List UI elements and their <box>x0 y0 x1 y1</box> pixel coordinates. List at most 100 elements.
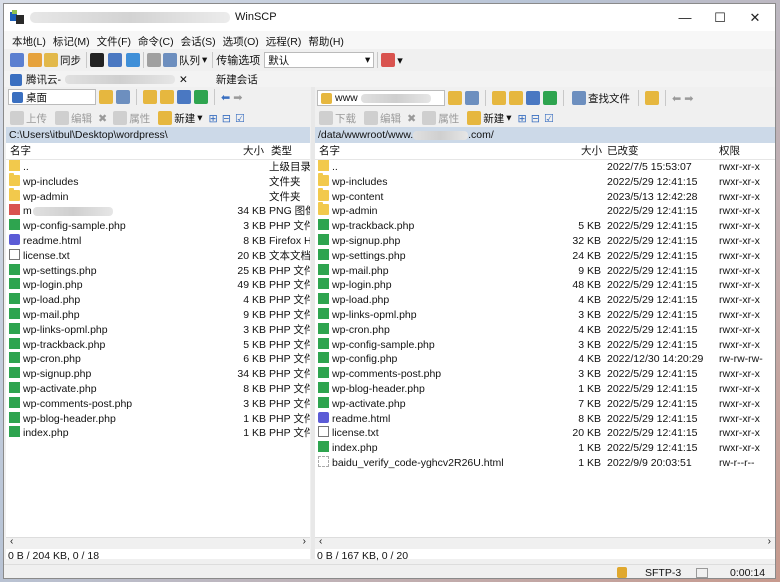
remote-file-row[interactable]: wp-config-sample.php 3 KB 2022/5/29 12:41:… <box>315 337 775 353</box>
remote-file-row[interactable]: wp-settings.php 24 KB 2022/5/29 12:41:15 rw… <box>315 248 775 264</box>
remote-path-bar[interactable]: /data/wwwroot/www. .com/ <box>315 127 775 143</box>
remote-file-row[interactable]: readme.html 8 KB 2022/5/29 12:41:15 rwxr-xr… <box>315 411 775 427</box>
local-file-row[interactable]: wp-load.php 4 KB PHP 文件 <box>6 293 310 308</box>
local-file-row[interactable]: wp-settings.php 25 KB PHP 文件 <box>6 263 310 279</box>
invert-selection-icon[interactable]: ☑ <box>544 112 554 125</box>
menu-remote[interactable]: 远程(R) <box>266 34 302 49</box>
root-dir-icon[interactable] <box>160 90 174 104</box>
close-tab-icon[interactable]: ✕ <box>179 74 188 86</box>
parent-dir-icon[interactable] <box>143 90 157 104</box>
globe-icon[interactable] <box>381 53 396 67</box>
local-file-row[interactable]: wp-comments-post.php 3 KB PHP 文件 <box>6 396 310 412</box>
queue-button[interactable]: 队列 ▾ <box>161 51 209 69</box>
menu-mark[interactable]: 标记(M) <box>53 34 90 49</box>
minimize-button[interactable]: — <box>665 4 705 31</box>
local-file-row[interactable]: wp-cron.php 6 KB PHP 文件 <box>6 352 310 367</box>
properties-button[interactable]: 属性 <box>111 109 152 127</box>
new-button[interactable]: 新建 ▾ <box>465 109 513 127</box>
remote-file-row[interactable]: wp-login.php 48 KB 2022/5/29 12:41:15 rwxr-… <box>315 278 775 293</box>
local-file-row[interactable]: wp-login.php 49 KB PHP 文件 <box>6 278 310 293</box>
col-name[interactable]: 名字 <box>319 144 340 159</box>
open-folder-icon[interactable] <box>99 90 113 104</box>
console-icon[interactable] <box>90 53 104 67</box>
local-file-row[interactable]: wp-includes 文件夹 <box>6 172 310 190</box>
local-file-row[interactable]: .. 上级目录 <box>6 160 310 175</box>
remote-file-row[interactable]: wp-trackback.php 5 KB 2022/5/29 12:41:15 rw… <box>315 219 775 234</box>
local-path-bar[interactable]: C:\Users\itbul\Desktop\wordpress\ <box>6 127 310 143</box>
remote-file-row[interactable]: wp-config.php 4 KB 2022/12/30 14:20:29 rw-r… <box>315 352 775 367</box>
tree-icon[interactable] <box>645 91 659 105</box>
menu-local[interactable]: 本地(L) <box>12 34 46 49</box>
local-file-row[interactable]: wp-admin 文件夹 <box>6 187 310 205</box>
local-file-row[interactable]: wp-config-sample.php 3 KB PHP 文件 <box>6 219 310 234</box>
remote-file-row[interactable]: wp-admin 2022/5/29 12:41:15 rwxr-xr-x <box>315 202 775 219</box>
refresh-icon[interactable] <box>543 91 557 105</box>
remote-file-row[interactable]: .. 2022/7/5 15:53:07 rwxr-xr-x <box>315 160 775 175</box>
home-icon[interactable] <box>526 91 540 105</box>
scroll-left-icon[interactable]: ‹ <box>10 536 13 547</box>
remote-location-dropdown[interactable]: www <box>317 90 445 106</box>
open-folder-icon[interactable] <box>448 91 462 105</box>
maximize-button[interactable]: ☐ <box>700 4 740 31</box>
menu-commands[interactable]: 命令(C) <box>138 34 174 49</box>
scroll-right-icon[interactable]: › <box>768 536 771 547</box>
col-name[interactable]: 名字 <box>10 144 31 159</box>
local-hscrollbar[interactable]: ‹ › <box>6 536 310 549</box>
close-button[interactable]: ✕ <box>735 4 775 31</box>
scroll-right-icon[interactable]: › <box>303 536 306 547</box>
remote-file-row[interactable]: index.php 1 KB 2022/5/29 12:41:15 rwxr-xr-x <box>315 441 775 456</box>
compare-dirs-icon[interactable] <box>10 53 24 67</box>
deselect-icon[interactable]: ⊟ <box>531 112 540 125</box>
select-all-icon[interactable]: ⊞ <box>209 112 218 125</box>
preferences-icon[interactable] <box>147 53 161 67</box>
sync-button[interactable]: 同步 <box>42 51 83 69</box>
new-button[interactable]: 新建 ▾ <box>156 109 204 127</box>
col-changed[interactable]: 已改变 <box>607 144 639 159</box>
download-button[interactable]: 下载 <box>317 109 358 127</box>
remote-file-row[interactable]: wp-activate.php 7 KB 2022/5/29 12:41:15 rwx… <box>315 396 775 412</box>
putty-icon[interactable] <box>108 53 122 67</box>
remote-file-row[interactable]: wp-cron.php 4 KB 2022/5/29 12:41:15 rwxr-xr… <box>315 322 775 338</box>
local-file-row[interactable]: readme.html 8 KB Firefox H <box>6 233 310 249</box>
duplicate-session-icon[interactable] <box>126 53 140 67</box>
find-files-button[interactable]: 查找文件 <box>570 89 632 107</box>
delete-icon[interactable]: ✖ <box>407 112 416 125</box>
menu-files[interactable]: 文件(F) <box>97 34 131 49</box>
remote-file-row[interactable]: wp-links-opml.php 3 KB 2022/5/29 12:41:15 r… <box>315 307 775 323</box>
forward-arrow-icon[interactable]: ➡ <box>684 92 693 105</box>
new-session-tab[interactable]: 新建会话 <box>216 72 258 87</box>
home-icon[interactable] <box>177 90 191 104</box>
local-file-row[interactable]: wp-signup.php 34 KB PHP 文件 <box>6 367 310 382</box>
menu-help[interactable]: 帮助(H) <box>308 34 344 49</box>
local-file-row[interactable]: wp-links-opml.php 3 KB PHP 文件 <box>6 322 310 338</box>
remote-file-row[interactable]: wp-blog-header.php 1 KB 2022/5/29 12:41:15… <box>315 381 775 397</box>
menu-session[interactable]: 会话(S) <box>181 34 216 49</box>
menu-options[interactable]: 选项(O) <box>223 34 259 49</box>
chevron-down-icon[interactable]: ▾ <box>397 54 403 67</box>
local-file-row[interactable]: wp-activate.php 8 KB PHP 文件 <box>6 381 310 397</box>
remote-file-row[interactable]: wp-content 2023/5/13 12:42:28 rwxr-xr-x <box>315 187 775 205</box>
back-arrow-icon[interactable]: ⬅ <box>221 91 230 104</box>
remote-file-row[interactable]: license.txt 20 KB 2022/5/29 12:41:15 rwxr-x… <box>315 426 775 441</box>
remote-file-row[interactable]: wp-signup.php 32 KB 2022/5/29 12:41:15 rwxr… <box>315 233 775 249</box>
refresh-icon[interactable] <box>194 90 208 104</box>
local-file-row[interactable]: license.txt 20 KB 文本文档 <box>6 248 310 264</box>
remote-file-row[interactable]: wp-mail.php 9 KB 2022/5/29 12:41:15 rwxr-xr… <box>315 263 775 279</box>
deselect-icon[interactable]: ⊟ <box>222 112 231 125</box>
parent-dir-icon[interactable] <box>492 91 506 105</box>
col-type[interactable]: 类型 <box>271 144 292 159</box>
remote-file-row[interactable]: wp-load.php 4 KB 2022/5/29 12:41:15 rwxr-xr… <box>315 293 775 308</box>
select-all-icon[interactable]: ⊞ <box>518 112 527 125</box>
remote-file-row[interactable]: wp-comments-post.php 3 KB 2022/5/29 12:41:… <box>315 367 775 382</box>
filter-icon[interactable] <box>465 91 479 105</box>
local-file-row[interactable]: m 34 KBPNG 图像 <box>6 204 310 219</box>
local-location-dropdown[interactable]: 桌面 <box>8 89 96 105</box>
back-arrow-icon[interactable]: ⬅ <box>672 92 681 105</box>
invert-selection-icon[interactable]: ☑ <box>235 112 245 125</box>
transfer-settings-dropdown[interactable]: 默认 ▾ <box>264 52 375 68</box>
remote-file-row[interactable]: wp-includes 2022/5/29 12:41:15 rwxr-xr-x <box>315 172 775 190</box>
local-file-row[interactable]: wp-trackback.php 5 KB PHP 文件 <box>6 337 310 353</box>
local-file-row[interactable]: wp-mail.php 9 KB PHP 文件 <box>6 307 310 323</box>
col-rights[interactable]: 权限 <box>719 144 740 159</box>
remote-file-row[interactable]: baidu_verify_code-yghcv2R26U.html 1 KB 202… <box>315 455 775 471</box>
